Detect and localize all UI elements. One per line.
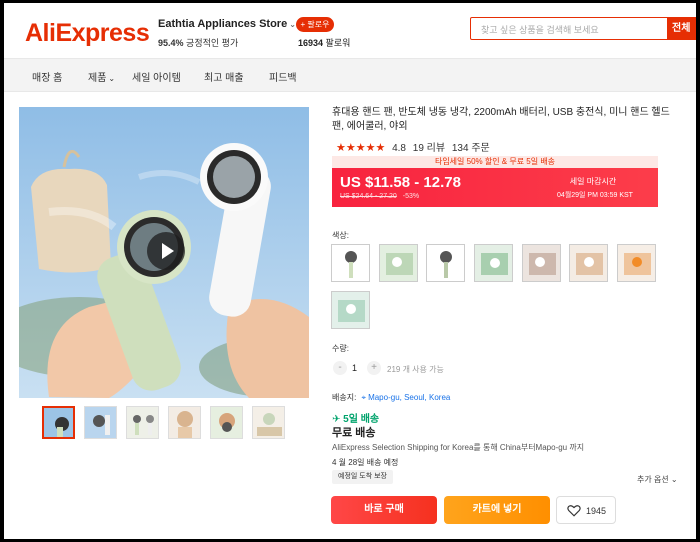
color-swatch-6[interactable] <box>569 244 608 282</box>
add-to-cart-button[interactable]: 카트에 넣기 <box>444 496 550 524</box>
reviews-link[interactable]: 19 리뷰 <box>413 143 445 154</box>
more-options-link[interactable]: 추가 옵션 ⌄ <box>637 474 678 485</box>
swatch-image <box>345 251 357 278</box>
store-rating-value: 95.4% <box>158 38 184 48</box>
store-name[interactable]: Eathtia Appliances Store ⌄ <box>158 18 296 30</box>
store-nav: 매장 홈 제품 ⌄ 세일 아이템 최고 매출 피드백 <box>4 58 696 92</box>
search-input[interactable]: 찾고 싶은 상품을 검색해 보세요 <box>470 17 668 40</box>
free-shipping: 무료 배송 <box>332 427 376 439</box>
price-panel: US $11.58 - 12.78 US $24.64 - 27.20 -53%… <box>332 168 658 207</box>
wishlist-count: 1945 <box>586 506 607 516</box>
thumbnail-image <box>169 407 200 438</box>
location-pin-icon[interactable]: ⌖ <box>362 393 367 402</box>
quantity-label: 수량: <box>332 344 349 353</box>
followers-label: 팔로워 <box>325 38 351 48</box>
store-name-text[interactable]: Eathtia Appliances Store <box>158 18 287 30</box>
swatch-image <box>523 245 560 281</box>
nav-products-label[interactable]: 제품 <box>88 73 106 84</box>
swatch-image <box>475 245 512 281</box>
thumbnail-3[interactable] <box>126 406 159 439</box>
quantity-value[interactable]: 1 <box>352 363 357 373</box>
original-price: US $24.64 - 27.20 -53% <box>340 193 419 200</box>
quantity-increase-button[interactable]: + <box>367 361 381 375</box>
wishlist-button[interactable]: 1945 <box>556 496 616 524</box>
orders-count: 134 주문 <box>451 143 490 154</box>
product-title: 휴대용 핸드 팬, 반도체 냉동 냉각, 2200mAh 배터리, USB 충전… <box>332 107 670 132</box>
estimated-arrival: 4 월 28일 배송 예정 <box>332 458 399 467</box>
sale-end-time: 04월29일 PM 03:59 KST <box>557 192 633 199</box>
color-swatch-2[interactable] <box>379 244 418 282</box>
product-main-image[interactable] <box>19 107 309 398</box>
swatch-image <box>618 245 655 281</box>
ship-to: 배송지: ⌖ Mapo-gu, Seoul, Korea <box>332 392 450 403</box>
promo-banner: 타임세일 50% 할인 & 무료 5일 배송 <box>332 156 658 168</box>
discount-percent: -53% <box>402 193 420 200</box>
followers: 16934 팔로워 <box>298 36 350 49</box>
followers-count: 16934 <box>298 38 324 48</box>
swatch-image <box>380 245 417 281</box>
ship-to-label: 배송지: <box>332 393 357 402</box>
original-price-value: US $24.64 - 27.20 <box>340 193 397 200</box>
buy-now-button[interactable]: 바로 구매 <box>331 496 437 524</box>
quantity-decrease-button[interactable]: - <box>333 361 347 375</box>
aliexpress-logo[interactable]: AliExpress <box>25 19 150 48</box>
nav-top-selling[interactable]: 최고 매출 <box>204 69 244 84</box>
rating-stars: ★★★★★ <box>336 142 386 154</box>
sale-end-label: 세일 마감시간 <box>569 177 617 186</box>
thumbnail-4[interactable] <box>168 406 201 439</box>
swatch-image <box>332 292 369 328</box>
nav-products[interactable]: 제품 ⌄ <box>88 69 115 84</box>
thumbnail-image <box>44 408 73 437</box>
chevron-down-icon[interactable]: ⌄ <box>289 20 296 29</box>
thumbnail-image <box>211 407 242 438</box>
page: AliExpress Eathtia Appliances Store ⌄ 95.… <box>4 3 696 539</box>
search-scope-button[interactable]: 전체 <box>668 17 696 40</box>
color-swatch-8[interactable] <box>331 291 370 329</box>
rating-row: ★★★★★ 4.8 19 리뷰 134 주문 <box>332 139 490 154</box>
ship-location-link[interactable]: Mapo-gu, Seoul, Korea <box>368 393 450 402</box>
store-rating: 95.4% 긍정적인 평가 <box>158 36 238 49</box>
nav-feedback[interactable]: 피드백 <box>269 69 297 84</box>
thumbnail-image <box>127 407 158 438</box>
swatch-image <box>440 251 452 278</box>
follow-button[interactable]: + 팔로우 <box>296 17 334 32</box>
on-time-guarantee-badge: 예정일 도착 보장 <box>332 470 393 484</box>
store-rating-label: 긍정적인 평가 <box>186 38 239 48</box>
rating-value: 4.8 <box>392 143 406 154</box>
color-swatch-3[interactable] <box>426 244 465 282</box>
thumbnail-image <box>85 407 116 438</box>
color-swatch-4[interactable] <box>474 244 513 282</box>
delivery-days: ✈ 5일 배송 <box>332 410 379 425</box>
shipping-method: AliExpress Selection Shipping for Korea를… <box>332 443 585 452</box>
quantity-available: 219 개 사용 가능 <box>387 365 444 374</box>
nav-sale-items[interactable]: 세일 아이템 <box>132 69 181 84</box>
nav-store-home[interactable]: 매장 홈 <box>32 69 62 84</box>
thumbnail-6[interactable] <box>252 406 285 439</box>
thumbnail-5[interactable] <box>210 406 243 439</box>
swatch-image <box>570 245 607 281</box>
thumbnail-2[interactable] <box>84 406 117 439</box>
color-label: 색상: <box>332 231 349 240</box>
play-video-button[interactable] <box>147 232 185 270</box>
color-swatch-5[interactable] <box>522 244 561 282</box>
current-price: US $11.58 - 12.78 <box>340 174 461 191</box>
thumbnail-image <box>253 407 284 438</box>
color-swatch-7[interactable] <box>617 244 656 282</box>
heart-icon <box>567 505 581 517</box>
color-swatch-1[interactable] <box>331 244 370 282</box>
thumbnail-1[interactable] <box>42 406 75 439</box>
chevron-down-icon[interactable]: ⌄ <box>108 74 115 83</box>
